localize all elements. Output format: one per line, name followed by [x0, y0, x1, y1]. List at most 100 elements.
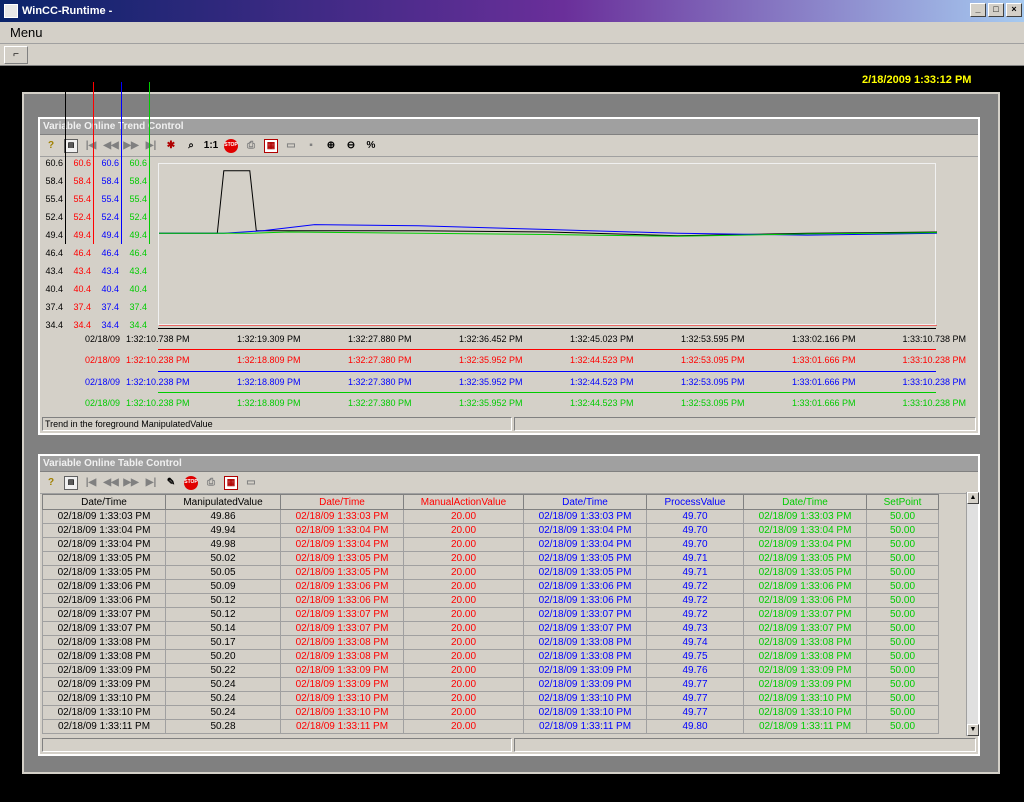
column-header[interactable]: Date/Time — [523, 494, 647, 510]
table-cell: 49.72 — [646, 607, 744, 622]
export-icon[interactable]: ▭ — [284, 139, 298, 153]
y-tick-label: 52.4 — [101, 212, 119, 222]
table-cell: 02/18/09 1:33:10 PM — [523, 691, 647, 706]
table-row[interactable]: 02/18/09 1:33:05 PM 50.05 02/18/09 1:33:05… — [42, 565, 939, 580]
table-row[interactable]: 02/18/09 1:33:07 PM 50.12 02/18/09 1:33:07… — [42, 607, 939, 622]
time-axis-label: 1:33:10.738 PM — [902, 334, 966, 344]
table-status — [42, 738, 512, 752]
column-header[interactable]: Date/Time — [280, 494, 404, 510]
column-header[interactable]: Date/Time — [743, 494, 867, 510]
table-row[interactable]: 02/18/09 1:33:08 PM 50.20 02/18/09 1:33:08… — [42, 649, 939, 664]
time-axis-label: 1:33:01.666 PM — [792, 355, 856, 365]
table-cell: 02/18/09 1:33:08 PM — [523, 649, 647, 664]
time-axis-label: 1:32:35.952 PM — [459, 398, 523, 408]
table-row[interactable]: 02/18/09 1:33:05 PM 50.02 02/18/09 1:33:05… — [42, 551, 939, 566]
help-icon[interactable]: ? — [44, 139, 58, 153]
table-row[interactable]: 02/18/09 1:33:08 PM 50.17 02/18/09 1:33:08… — [42, 635, 939, 650]
table-row[interactable]: 02/18/09 1:33:04 PM 49.98 02/18/09 1:33:04… — [42, 537, 939, 552]
table-scrollbar[interactable]: ▲ ▼ — [966, 492, 979, 736]
time-axis-label: 1:32:44.523 PM — [570, 377, 634, 387]
prev-icon[interactable]: ◀◀ — [103, 139, 118, 153]
y-tick-label: 37.4 — [129, 302, 147, 312]
table-cell: 50.00 — [866, 705, 939, 720]
time-axis-label: 1:32:10.238 PM — [126, 377, 190, 387]
zoom-out-icon[interactable]: ⊖ — [344, 139, 358, 153]
prev-icon[interactable]: ◀◀ — [103, 476, 118, 490]
y-tick-label: 34.4 — [101, 320, 119, 330]
table-cell: 50.00 — [866, 593, 939, 608]
ruler-icon[interactable]: ✱ — [164, 139, 178, 153]
table-row[interactable]: 02/18/09 1:33:04 PM 49.94 02/18/09 1:33:04… — [42, 523, 939, 538]
table-cell: 49.94 — [165, 523, 281, 538]
table-cell: 02/18/09 1:33:09 PM — [743, 663, 867, 678]
maximize-button[interactable]: □ — [988, 3, 1004, 17]
time-axis-label: 1:33:01.666 PM — [792, 398, 856, 408]
y-axis-process: 60.6 58.4 55.4 52.4 49.4 46.4 43.4 40.4 37.4 34.4 — [94, 82, 122, 332]
scroll-down-icon[interactable]: ▼ — [967, 724, 979, 736]
table-cell: 50.00 — [866, 719, 939, 734]
table-row[interactable]: 02/18/09 1:33:07 PM 50.14 02/18/09 1:33:07… — [42, 621, 939, 636]
first-icon[interactable]: |◀ — [84, 476, 98, 490]
table-cell: 02/18/09 1:33:05 PM — [743, 565, 867, 580]
y-axis-manual: 60.6 58.4 55.4 52.4 49.4 46.4 43.4 40.4 37.4 34.4 — [66, 82, 94, 332]
menu-item-menu[interactable]: Menu — [10, 25, 43, 40]
edit-icon[interactable]: ✎ — [164, 476, 178, 490]
next-icon[interactable]: ▶▶ — [123, 139, 138, 153]
y-tick-label: 49.4 — [101, 230, 119, 240]
next-icon[interactable]: ▶▶ — [123, 476, 138, 490]
table-cell: 02/18/09 1:33:09 PM — [280, 677, 404, 692]
last-icon[interactable]: ▶| — [144, 139, 158, 153]
y-tick-label: 40.4 — [73, 284, 91, 294]
column-header[interactable]: ManualActionValue — [403, 494, 524, 510]
scroll-up-icon[interactable]: ▲ — [967, 492, 979, 504]
original-size-icon[interactable]: 1:1 — [204, 139, 218, 153]
column-header[interactable]: SetPoint — [866, 494, 939, 510]
time-axis-label: 1:32:18.809 PM — [237, 398, 301, 408]
table-row[interactable]: 02/18/09 1:33:06 PM 50.09 02/18/09 1:33:06… — [42, 579, 939, 594]
print-icon[interactable]: ⎙ — [204, 476, 218, 490]
column-header[interactable]: Date/Time — [42, 494, 166, 510]
trend-plot-area[interactable] — [158, 163, 938, 327]
print-icon[interactable]: ⎙ — [244, 139, 258, 153]
table-row[interactable]: 02/18/09 1:33:03 PM 49.86 02/18/09 1:33:03… — [42, 509, 939, 524]
select-data-icon[interactable]: ▦ — [224, 475, 238, 490]
window-controls: _ □ × — [970, 3, 1022, 17]
save-icon[interactable]: ▪ — [304, 139, 318, 153]
table-row[interactable]: 02/18/09 1:33:09 PM 50.24 02/18/09 1:33:09… — [42, 677, 939, 692]
y-tick-label: 52.4 — [73, 212, 91, 222]
time-axis-label: 1:32:27.880 PM — [348, 334, 412, 344]
table-cell: 02/18/09 1:33:03 PM — [743, 509, 867, 524]
table-cell: 49.71 — [646, 551, 744, 566]
config-icon[interactable]: ▤ — [64, 475, 78, 490]
table-cell: 20.00 — [403, 621, 524, 636]
help-icon[interactable]: ? — [44, 476, 58, 490]
close-button[interactable]: × — [1006, 3, 1022, 17]
export-icon[interactable]: ▭ — [244, 476, 258, 490]
last-icon[interactable]: ▶| — [144, 476, 158, 490]
column-header[interactable]: ProcessValue — [646, 494, 744, 510]
table-row[interactable]: 02/18/09 1:33:11 PM 50.28 02/18/09 1:33:11… — [42, 719, 939, 734]
table-cell: 02/18/09 1:33:05 PM — [280, 565, 404, 580]
time-axis-label: 1:32:18.809 PM — [237, 355, 301, 365]
select-data-icon[interactable]: ▦ — [264, 138, 278, 153]
zoom-in-icon[interactable]: ⊕ — [324, 139, 338, 153]
table-cell: 02/18/09 1:33:08 PM — [523, 635, 647, 650]
table-row[interactable]: 02/18/09 1:33:06 PM 50.12 02/18/09 1:33:06… — [42, 593, 939, 608]
stop-icon[interactable]: STOP — [224, 138, 238, 153]
table-row[interactable]: 02/18/09 1:33:10 PM 50.24 02/18/09 1:33:10… — [42, 691, 939, 706]
table-cell: 50.00 — [866, 621, 939, 636]
stop-icon[interactable]: STOP — [184, 475, 198, 490]
y-tick-label: 34.4 — [129, 320, 147, 330]
table-row[interactable]: 02/18/09 1:33:09 PM 50.22 02/18/09 1:33:09… — [42, 663, 939, 678]
percent-icon[interactable]: % — [364, 139, 378, 153]
first-icon[interactable]: |◀ — [84, 139, 98, 153]
table-cell: 20.00 — [403, 593, 524, 608]
minimize-button[interactable]: _ — [970, 3, 986, 17]
config-icon[interactable]: ▤ — [64, 138, 78, 153]
table-row[interactable]: 02/18/09 1:33:10 PM 50.24 02/18/09 1:33:10… — [42, 705, 939, 720]
toolbar-button[interactable]: ⌐ — [4, 46, 28, 64]
table-cell: 02/18/09 1:33:10 PM — [280, 691, 404, 706]
column-header[interactable]: ManipulatedValue — [165, 494, 281, 510]
table-cell: 02/18/09 1:33:05 PM — [42, 551, 166, 566]
zoom-icon[interactable]: ⌕ — [184, 139, 198, 153]
